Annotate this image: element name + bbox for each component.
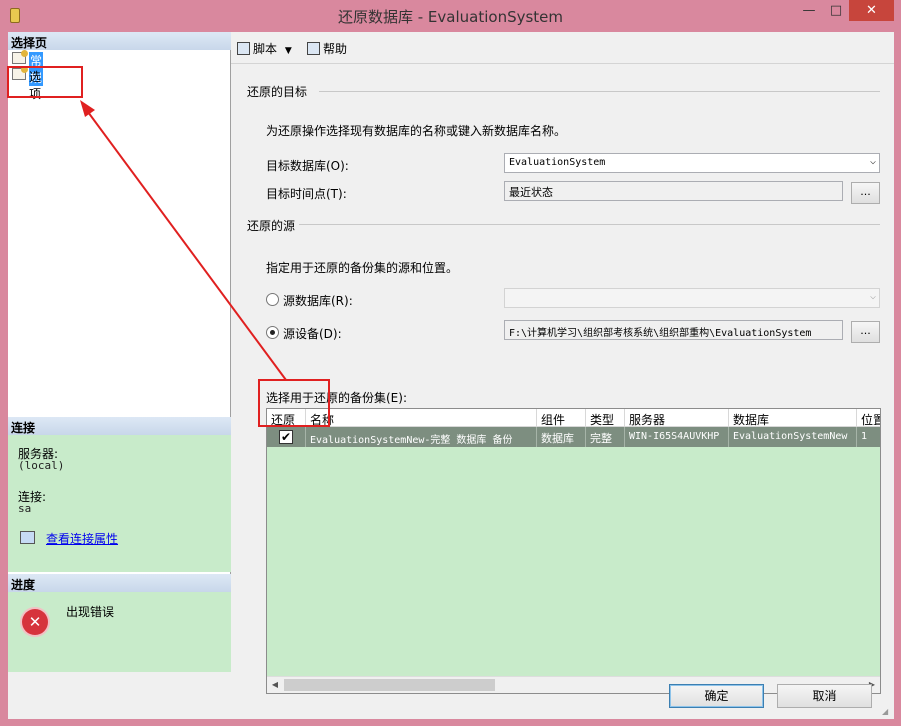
column-header[interactable]: 服务器 — [625, 409, 729, 427]
source-db-select[interactable]: ⌵ — [504, 288, 880, 308]
server-value: (local) — [18, 459, 65, 472]
script-icon — [237, 42, 250, 55]
restore-source-section-title: 还原的源 — [247, 219, 296, 233]
name-cell: EvaluationSystemNew-完整 数据库 备份 — [306, 427, 537, 447]
table-row[interactable]: ✔ EvaluationSystemNew-完整 数据库 备份 数据库 完整 W… — [267, 427, 880, 447]
backup-sets-grid[interactable]: 还原 名称 组件 类型 服务器 数据库 位置 ✔ EvaluationSyste… — [266, 408, 881, 694]
help-button[interactable]: 帮助 — [307, 40, 347, 57]
progress-panel: ✕ 出现错误 — [8, 592, 231, 672]
left-panel: 选择页 常规 选项 连接 服务器: (local) 连接: sa 查看连接属性 … — [8, 32, 231, 672]
section-divider — [319, 91, 880, 92]
title-bar: 还原数据库 - EvaluationSystem — □ ✕ — [0, 0, 901, 32]
main-panel: 还原的目标 为还原操作选择现有数据库的名称或键入新数据库名称。 目标数据库(O)… — [233, 65, 894, 694]
source-device-label: 源设备(D): — [283, 327, 342, 341]
script-button[interactable]: 脚本 ▼ — [237, 40, 292, 57]
column-header[interactable]: 组件 — [537, 409, 586, 427]
select-page-header: 选择页 — [8, 32, 231, 50]
grid-header: 还原 名称 组件 类型 服务器 数据库 位置 — [267, 409, 880, 427]
minimize-button[interactable]: — — [795, 0, 823, 21]
chevron-down-icon[interactable]: ▼ — [285, 46, 292, 56]
target-db-value: EvaluationSystem — [509, 157, 606, 168]
target-db-select[interactable]: EvaluationSystem ⌵ — [504, 153, 880, 173]
connection-panel: 服务器: (local) 连接: sa 查看连接属性 — [8, 435, 231, 572]
source-device-radio[interactable] — [266, 326, 279, 339]
target-time-browse-button[interactable]: ... — [851, 182, 880, 204]
restore-checkbox[interactable]: ✔ — [279, 430, 293, 444]
column-header[interactable]: 位置 — [857, 409, 880, 427]
close-button[interactable]: ✕ — [849, 0, 894, 21]
error-icon: ✕ — [22, 609, 48, 635]
restore-target-description: 为还原操作选择现有数据库的名称或键入新数据库名称。 — [266, 124, 567, 138]
scroll-thumb[interactable] — [284, 679, 495, 691]
page-icon — [12, 50, 28, 64]
target-time-field[interactable]: 最近状态 — [504, 181, 843, 201]
script-label: 脚本 — [253, 42, 278, 56]
target-db-label: 目标数据库(O): — [266, 159, 349, 173]
position-cell: 1 — [857, 427, 880, 447]
annotation-box-checkbox — [258, 379, 330, 427]
section-divider — [299, 224, 880, 225]
connection-properties-icon — [20, 531, 35, 544]
column-header[interactable]: 类型 — [586, 409, 625, 427]
progress-header: 进度 — [8, 574, 231, 592]
ok-button[interactable]: 确定 — [669, 684, 764, 708]
annotation-box-options — [7, 66, 83, 98]
help-icon — [307, 42, 320, 55]
chevron-down-icon: ⌵ — [869, 291, 876, 302]
source-db-radio[interactable] — [266, 293, 279, 306]
restore-source-description: 指定用于还原的备份集的源和位置。 — [266, 261, 459, 275]
target-time-label: 目标时间点(T): — [266, 187, 347, 201]
column-header[interactable]: 数据库 — [729, 409, 857, 427]
database-cell: EvaluationSystemNew — [729, 427, 857, 447]
restore-target-section-title: 还原的目标 — [247, 85, 308, 99]
toolbar: 脚本 ▼ 帮助 — [231, 32, 894, 64]
view-connection-link[interactable]: 查看连接属性 — [46, 530, 118, 547]
cancel-button[interactable]: 取消 — [777, 684, 872, 708]
chevron-down-icon: ⌵ — [869, 156, 876, 167]
source-device-field[interactable]: F:\计算机学习\组织部考核系统\组织部重构\EvaluationSystem — [504, 320, 843, 340]
connection-value: sa — [18, 502, 32, 515]
dialog-client: 选择页 常规 选项 连接 服务器: (local) 连接: sa 查看连接属性 … — [8, 32, 894, 719]
window-title: 还原数据库 - EvaluationSystem — [337, 8, 564, 26]
connection-header: 连接 — [8, 417, 231, 435]
source-db-label: 源数据库(R): — [283, 294, 353, 308]
component-cell: 数据库 — [537, 427, 586, 447]
column-header[interactable]: 名称 — [306, 409, 537, 427]
restore-cell: ✔ — [267, 427, 306, 447]
source-device-browse-button[interactable]: ... — [851, 321, 880, 343]
progress-status: 出现错误 — [66, 605, 115, 619]
type-cell: 完整 — [586, 427, 625, 447]
scroll-left-icon[interactable]: ◀ — [267, 678, 283, 692]
resize-grip-icon[interactable]: ◢ — [882, 707, 892, 717]
server-cell: WIN-I65S4AUVKHP — [625, 427, 729, 447]
maximize-button[interactable]: □ — [823, 0, 849, 21]
help-label: 帮助 — [323, 42, 348, 56]
